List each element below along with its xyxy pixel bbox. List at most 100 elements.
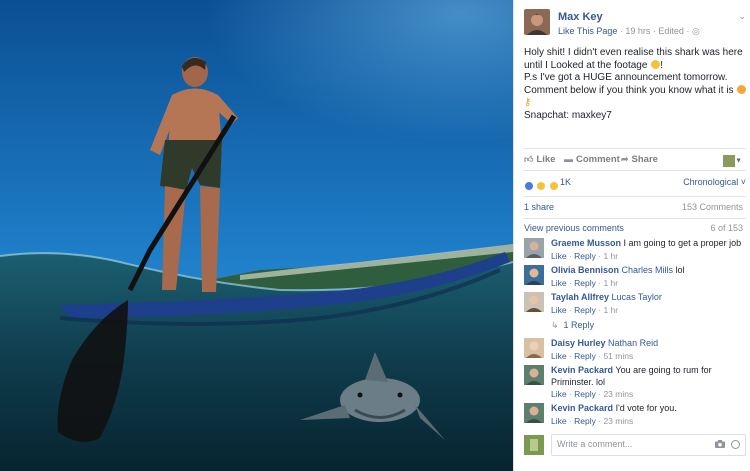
post-line: Comment below if you think you know what…: [524, 84, 747, 98]
comment-button[interactable]: ▬ Comment: [564, 154, 620, 165]
tagged-user[interactable]: Nathan Reid: [608, 338, 658, 348]
comment-reply-link[interactable]: Reply: [574, 416, 596, 426]
commenter-avatar[interactable]: [524, 365, 544, 385]
commenter-name[interactable]: Kevin Packard: [551, 403, 613, 413]
comment-text: I'd vote for you.: [615, 403, 677, 413]
post-line: P.s I've got a HUGE announcement tomorro…: [524, 72, 728, 84]
post-line: ⚷: [524, 97, 746, 110]
like-page-link[interactable]: Like This Page: [558, 26, 617, 36]
emoji-icon[interactable]: [731, 440, 740, 449]
commenter-name[interactable]: Kevin Packard: [551, 365, 613, 375]
post-meta: Like This Page · 19 hrs · Edited · ◎: [558, 26, 700, 37]
comment-time: 1 hr: [603, 304, 619, 315]
user-thumb: [723, 154, 736, 167]
post-photo[interactable]: [0, 0, 513, 471]
post-header: Max Key Like This Page · 19 hrs · Edited…: [524, 9, 749, 41]
comment-like-link[interactable]: Like: [551, 416, 567, 426]
comment-time: 1 hr: [603, 277, 619, 288]
comment-text: I am going to get a proper job: [623, 238, 742, 248]
share-button[interactable]: ➦ Share: [621, 154, 658, 165]
comment-time: 23 mins: [603, 415, 634, 426]
comment-label: Comment: [576, 154, 620, 165]
comment-reply-link[interactable]: Reply: [574, 278, 596, 288]
commenter-avatar[interactable]: [524, 403, 544, 423]
view-replies-link[interactable]: ↳ 1 Reply: [551, 320, 594, 331]
camera-icon[interactable]: [715, 440, 725, 448]
shares-row: 1 share 153 Comments: [524, 196, 746, 216]
comment-box: [551, 434, 746, 456]
comment-like-link[interactable]: Like: [551, 278, 567, 288]
commenter-avatar[interactable]: [524, 292, 544, 312]
commenter-name[interactable]: Olivia Bennison: [551, 265, 619, 275]
reply-count: 1 Reply: [563, 320, 595, 330]
comment-reply-link[interactable]: Reply: [574, 251, 596, 261]
blush-emoji-icon: [651, 59, 661, 69]
comment-links: Like · Reply · 23 mins: [551, 389, 634, 399]
caret-down-icon: ˅: [740, 177, 746, 187]
author-avatar[interactable]: [524, 9, 550, 35]
comment-time: 1 hr: [603, 250, 619, 261]
post-line: Snapchat: maxkey7: [524, 109, 612, 121]
comment-sort-dropdown[interactable]: Chronological ˅: [683, 177, 746, 187]
reactions-bar: 1K Chronological ˅: [524, 170, 746, 192]
comment-body: Taylah Allfrey Lucas Taylor Like · Reply…: [551, 292, 744, 316]
write-comment-row: [524, 434, 746, 456]
commenter-avatar[interactable]: [524, 238, 544, 258]
comment-body: Olivia Bennison Charles Mills lol Like ·…: [551, 265, 744, 289]
reaction-icons[interactable]: [524, 177, 559, 195]
comment-like-link[interactable]: Like: [551, 389, 567, 399]
like-label: Like: [536, 154, 556, 165]
comment-time: 23 mins: [603, 389, 634, 399]
share-count-link[interactable]: 1 share: [524, 202, 554, 212]
post-line: Holy shit! I didn't even realise this sh…: [524, 47, 743, 58]
commenter-name[interactable]: Daisy Hurley: [551, 338, 606, 348]
like-button[interactable]: 👍︎ Like: [524, 154, 555, 165]
tagged-user[interactable]: Lucas Taylor: [612, 292, 662, 302]
comment-links: Like · Reply · 51 mins: [551, 350, 634, 361]
reaction-count[interactable]: 1K: [560, 177, 571, 187]
comment-links: Like · Reply · 1 hr: [551, 304, 619, 315]
commenter-avatar[interactable]: [524, 338, 544, 358]
comment-like-link[interactable]: Like: [551, 251, 567, 261]
post-line-text: until I Looked at the footage: [524, 59, 648, 71]
reaction-avatar-selector[interactable]: ▼: [723, 152, 742, 170]
post-actions: 👍︎ Like ▬ Comment ➦ Share ▼: [524, 148, 746, 168]
comment-reply-link[interactable]: Reply: [574, 305, 596, 315]
comment-reply-link[interactable]: Reply: [574, 389, 596, 399]
haha-reaction-icon: [548, 180, 559, 191]
wow-reaction-icon: [536, 180, 547, 191]
comment-body: Kevin Packard I'd vote for you. Like · R…: [551, 403, 744, 427]
comment-body: Kevin Packard You are going to rum for P…: [551, 365, 744, 401]
comment-like-link[interactable]: Like: [551, 351, 567, 361]
comment-reply-link[interactable]: Reply: [574, 351, 596, 361]
like-reaction-icon: [524, 180, 534, 191]
caret-down-icon: ▼: [735, 157, 742, 165]
comment-text: lol: [675, 265, 685, 275]
reply-arrow-icon: ↳: [551, 320, 559, 330]
commenter-avatar[interactable]: [524, 265, 544, 285]
share-arrow-icon: ➦: [621, 154, 629, 164]
wink-emoji-icon: [737, 84, 747, 94]
comment-body: Graeme Musson I am going to get a proper…: [551, 238, 744, 262]
shark-surf-photo: [0, 0, 513, 471]
chevron-down-icon[interactable]: ⌄: [738, 11, 746, 22]
comment-count: 153 Comments: [681, 202, 743, 212]
globe-icon: ◎: [691, 26, 700, 36]
post-time: · 19 hrs · Edited ·: [619, 26, 690, 36]
post-line-end: !: [660, 59, 663, 71]
post-side-panel: Max Key Like This Page · 19 hrs · Edited…: [513, 0, 750, 471]
comment-links: Like · Reply · 1 hr: [551, 277, 619, 288]
commenter-name[interactable]: Taylah Allfrey: [551, 292, 609, 302]
view-previous-link[interactable]: View previous comments: [524, 223, 624, 233]
my-avatar: [524, 435, 544, 455]
comment-links: Like · Reply · 23 mins: [551, 415, 634, 426]
comment-like-link[interactable]: Like: [551, 305, 567, 315]
comment-input[interactable]: [557, 439, 705, 449]
author-name[interactable]: Max Key: [558, 11, 603, 23]
comment-time: 51 mins: [603, 350, 634, 361]
sort-label: Chronological: [683, 177, 739, 187]
commenter-name[interactable]: Graeme Musson: [551, 238, 621, 248]
post-body: Holy shit! I didn't even realise this sh…: [524, 47, 747, 123]
tagged-user[interactable]: Charles Mills: [622, 265, 674, 275]
thumbs-up-icon: 👍︎: [524, 154, 534, 164]
